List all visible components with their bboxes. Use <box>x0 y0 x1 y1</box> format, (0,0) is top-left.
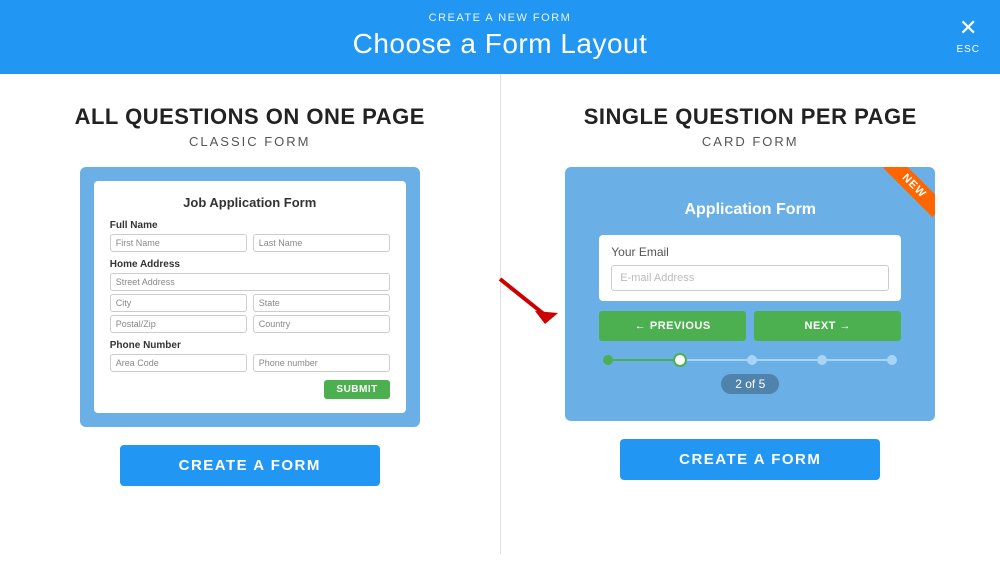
card-field-input: E-mail Address <box>611 265 889 291</box>
mock-row-fullname: First Name Last Name <box>110 234 390 252</box>
mock-label-phone: Phone Number <box>110 340 390 351</box>
mock-input-city: City <box>110 294 247 312</box>
mock-input-country: Country <box>253 315 390 333</box>
close-button[interactable]: ✕ ESC <box>956 17 980 57</box>
page-header: CREATE A NEW FORM Choose a Form Layout ✕… <box>0 0 1000 74</box>
card-form-subtitle: CARD FORM <box>702 134 799 149</box>
card-nav-row: ← PREVIOUS NEXT → <box>599 311 901 341</box>
main-content: ALL QUESTIONS ON ONE PAGE CLASSIC FORM J… <box>0 74 1000 554</box>
arrow-indicator <box>490 269 570 329</box>
progress-dot-2 <box>673 353 687 367</box>
close-esc-label: ESC <box>956 44 980 55</box>
mock-input-state: State <box>253 294 390 312</box>
mock-input-lastname: Last Name <box>253 234 390 252</box>
card-prev-button[interactable]: ← PREVIOUS <box>599 311 746 341</box>
progress-dot-3 <box>747 355 757 365</box>
progress-line-3 <box>757 359 817 361</box>
card-form-panel: SINGLE QUESTION PER PAGE CARD FORM NEW A… <box>501 74 1000 554</box>
progress-line-4 <box>827 359 887 361</box>
mock-row-street: Street Address <box>110 273 390 291</box>
create-card-form-button[interactable]: CREATE A FORM <box>620 439 880 480</box>
progress-dot-1 <box>603 355 613 365</box>
progress-dot-5 <box>887 355 897 365</box>
mock-input-phone: Phone number <box>253 354 390 372</box>
mock-row-phone: Area Code Phone number <box>110 354 390 372</box>
mock-input-firstname: First Name <box>110 234 247 252</box>
create-classic-form-button[interactable]: CREATE A FORM <box>120 445 380 486</box>
header-subtitle: CREATE A NEW FORM <box>0 12 1000 24</box>
card-field-block: Your Email E-mail Address <box>599 235 901 301</box>
page-title: Choose a Form Layout <box>0 28 1000 60</box>
mock-submit-row: SUBMIT <box>110 380 390 399</box>
mock-submit-button[interactable]: SUBMIT <box>324 380 389 399</box>
new-badge: NEW <box>875 167 935 227</box>
page-indicator: 2 of 5 <box>721 374 779 394</box>
card-form-inner: Application Form Your Email E-mail Addre… <box>579 181 921 407</box>
card-progress-bar <box>599 353 901 367</box>
mock-input-areacode: Area Code <box>110 354 247 372</box>
classic-form-panel: ALL QUESTIONS ON ONE PAGE CLASSIC FORM J… <box>0 74 501 554</box>
card-form-title: SINGLE QUESTION PER PAGE <box>584 104 917 130</box>
card-field-label: Your Email <box>611 245 889 259</box>
mock-classic-form: Job Application Form Full Name First Nam… <box>94 181 406 413</box>
progress-dot-4 <box>817 355 827 365</box>
new-badge-label: NEW <box>883 167 935 217</box>
mock-label-fullname: Full Name <box>110 220 390 231</box>
card-next-button[interactable]: NEXT → <box>754 311 901 341</box>
classic-form-subtitle: CLASSIC FORM <box>189 134 311 149</box>
progress-line-1 <box>613 359 673 361</box>
mock-label-address: Home Address <box>110 259 390 270</box>
card-form-header-title: Application Form <box>599 201 901 219</box>
classic-form-title: ALL QUESTIONS ON ONE PAGE <box>75 104 425 130</box>
mock-input-street: Street Address <box>110 273 390 291</box>
mock-form-title: Job Application Form <box>110 195 390 210</box>
mock-row-zipctry: Postal/Zip Country <box>110 315 390 333</box>
card-form-preview: NEW Application Form Your Email E-mail A… <box>565 167 935 421</box>
classic-form-preview: Job Application Form Full Name First Nam… <box>80 167 420 427</box>
mock-row-citystate: City State <box>110 294 390 312</box>
close-icon: ✕ <box>956 17 980 39</box>
mock-input-zip: Postal/Zip <box>110 315 247 333</box>
progress-line-2 <box>687 359 747 361</box>
